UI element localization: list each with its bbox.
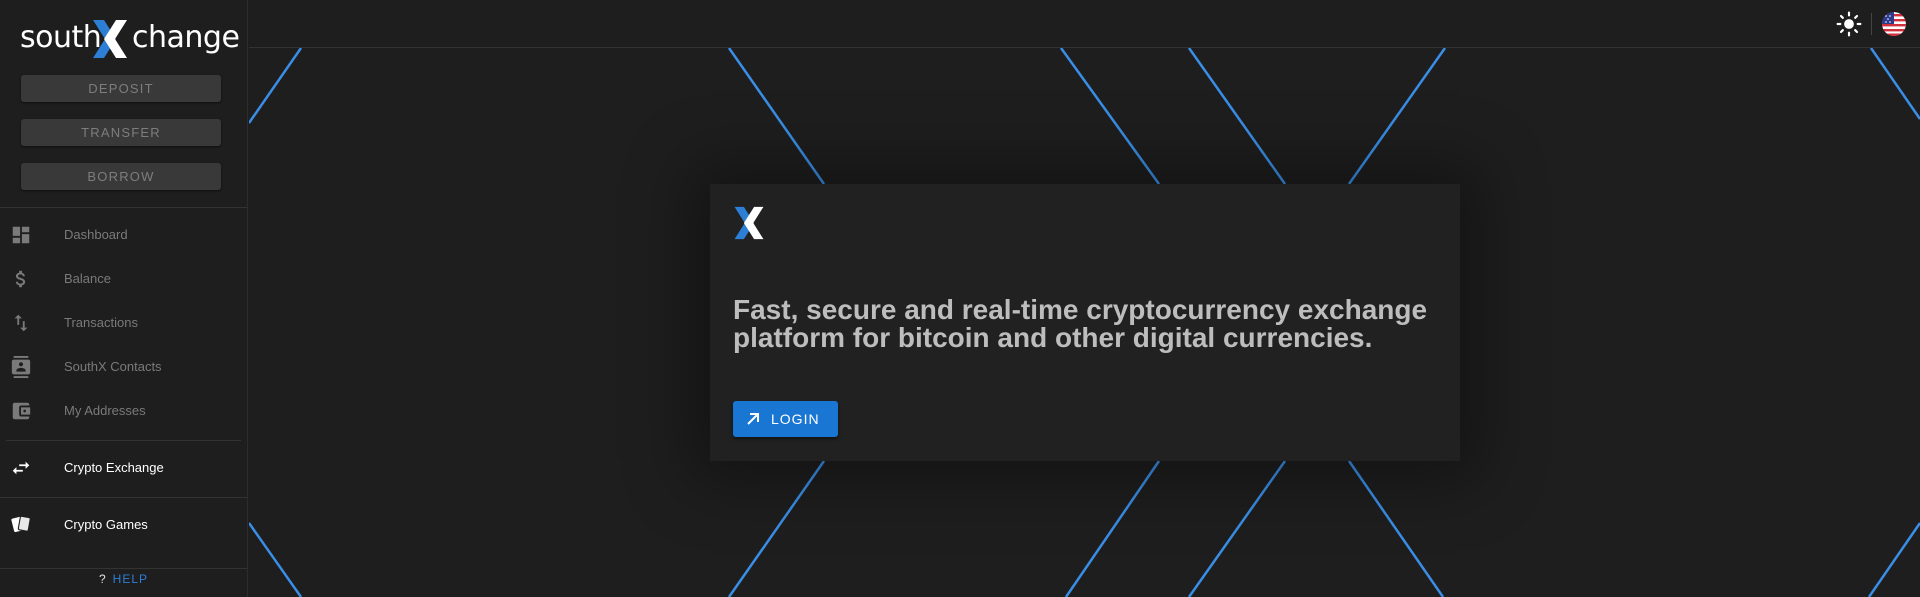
help-icon: ? xyxy=(98,572,107,586)
sidebar-item-label: My Addresses xyxy=(64,403,146,418)
southxchange-logo[interactable]: south change xyxy=(20,18,240,60)
sidebar-item-balance[interactable]: Balance xyxy=(0,257,247,301)
sidebar-item-label: SouthX Contacts xyxy=(64,359,162,374)
sidebar-item-crypto-games[interactable]: Crypto Games xyxy=(0,503,247,547)
borrow-button[interactable]: BORROW xyxy=(21,163,221,190)
logo-text-change: change xyxy=(132,20,240,55)
sidebar-divider xyxy=(0,497,247,498)
sun-icon[interactable] xyxy=(1836,11,1862,37)
sidebar: south change DEPOSIT TRANSFER BORROW Das… xyxy=(0,0,248,597)
contacts-icon xyxy=(11,356,31,378)
us-flag-icon[interactable] xyxy=(1882,12,1906,36)
sidebar-item-label: Dashboard xyxy=(64,227,128,242)
top-bar xyxy=(249,0,1920,48)
logo-x-icon xyxy=(93,20,127,58)
sidebar-item-crypto-exchange[interactable]: Crypto Exchange xyxy=(0,446,247,490)
help-link[interactable]: ? HELP xyxy=(0,572,247,586)
wallet-icon xyxy=(12,402,31,420)
login-label: LOGIN xyxy=(771,411,820,427)
sidebar-item-label: Balance xyxy=(64,271,111,286)
cards-icon xyxy=(11,515,31,533)
sidebar-item-contacts[interactable]: SouthX Contacts xyxy=(0,345,247,389)
deposit-button[interactable]: DEPOSIT xyxy=(21,75,221,102)
login-button[interactable]: LOGIN xyxy=(733,401,838,437)
sidebar-divider xyxy=(6,440,241,441)
sidebar-item-dashboard[interactable]: Dashboard xyxy=(0,213,247,257)
dollar-icon xyxy=(15,270,26,288)
arrow-up-right-icon xyxy=(747,413,759,425)
sidebar-item-transactions[interactable]: Transactions xyxy=(0,301,247,345)
sidebar-item-label: Transactions xyxy=(64,315,138,330)
login-card: Fast, secure and real-time cryptocurrenc… xyxy=(710,184,1460,461)
transactions-icon xyxy=(14,314,28,332)
sidebar-item-label: Crypto Exchange xyxy=(64,460,164,475)
transfer-button[interactable]: TRANSFER xyxy=(21,119,221,146)
help-label: HELP xyxy=(112,572,149,586)
dashboard-icon xyxy=(12,226,30,244)
topbar-divider xyxy=(1871,13,1872,35)
sidebar-item-label: Crypto Games xyxy=(64,517,148,532)
sidebar-divider xyxy=(0,207,247,208)
sidebar-item-addresses[interactable]: My Addresses xyxy=(0,389,247,433)
swap-icon xyxy=(12,461,30,475)
sidebar-divider xyxy=(0,568,247,569)
hero-title: Fast, secure and real-time cryptocurrenc… xyxy=(733,294,1428,353)
southx-x-logo-icon xyxy=(734,206,764,240)
